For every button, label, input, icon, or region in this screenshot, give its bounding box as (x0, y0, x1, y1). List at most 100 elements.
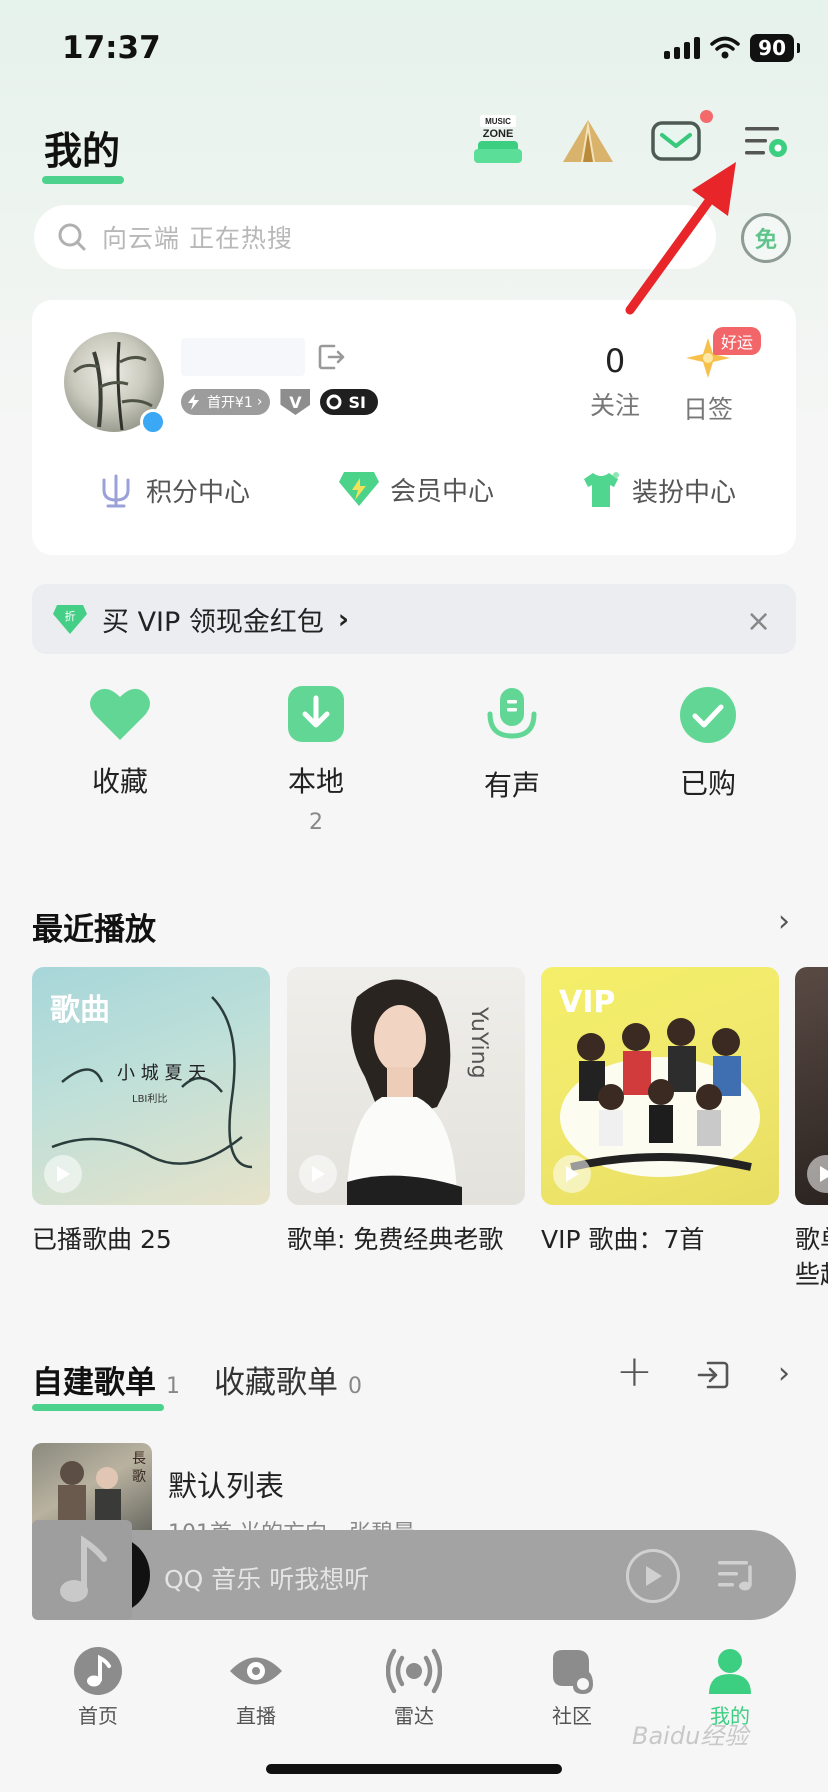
cover-tag: VIP (559, 985, 616, 1020)
recent-more-chevron-icon[interactable]: › (778, 904, 790, 939)
dressup-center-link[interactable]: 装扮中心 (580, 470, 736, 510)
recent-cover-vip-songs[interactable]: VIP (541, 967, 779, 1205)
member-center-link[interactable]: 会员中心 (338, 470, 494, 508)
vip-level-badge[interactable]: V (280, 389, 311, 415)
checkin-label: 日签 (682, 395, 733, 424)
tab-home[interactable]: 首页 (38, 1646, 158, 1729)
status-time: 17:37 (62, 30, 161, 66)
diamond-icon (339, 472, 379, 506)
tab-created-count: 1 (166, 1374, 180, 1399)
close-icon[interactable]: × (746, 604, 771, 639)
recent-caption: VIP 歌曲：7首 (541, 1225, 705, 1254)
svg-text:小 城 夏 天: 小 城 夏 天 (117, 1063, 206, 1084)
search-placeholder: 向云端 正在热搜 (102, 224, 293, 253)
signal-icon (664, 37, 701, 59)
player-song-text: QQ 音乐 听我想听 (164, 1565, 370, 1594)
battery-indicator: 90 (750, 34, 800, 62)
recent-cover-partial[interactable] (795, 967, 828, 1205)
tent-icon[interactable] (560, 112, 616, 170)
title-underline (42, 176, 124, 184)
audio-label: 有声 (483, 769, 540, 802)
play-icon[interactable] (299, 1155, 337, 1193)
tab-created-label: 自建歌单 (32, 1365, 156, 1401)
lightning-icon (188, 394, 199, 410)
tab-community[interactable]: 社区 (512, 1646, 632, 1729)
recent-caption-line2: 些起 (795, 1260, 828, 1289)
music-note-icon (60, 1535, 107, 1602)
discount-gem-icon: 折 (53, 605, 87, 634)
points-center-label: 积分中心 (146, 477, 251, 508)
purchased-label: 已购 (679, 767, 736, 800)
tab-radar[interactable]: 雷达 (354, 1646, 474, 1729)
svg-text:長: 長 (132, 1451, 146, 1467)
home-indicator[interactable] (266, 1764, 562, 1774)
first-open-badge[interactable]: 首开¥1 › (181, 389, 271, 415)
profile-badges: 首开¥1 › V SI (181, 389, 378, 415)
player-cover[interactable] (32, 1520, 132, 1620)
tab-live[interactable]: 直播 (196, 1646, 316, 1729)
message-unread-dot (700, 110, 713, 123)
follow-stat[interactable]: 0 关注 (585, 342, 645, 422)
eye-icon (230, 1657, 282, 1685)
svg-text:YuYing: YuYing (466, 1006, 491, 1079)
recent-cover-classic-playlist[interactable]: YuYing (287, 967, 525, 1205)
purchased-action[interactable]: 已购 (638, 686, 778, 802)
download-icon (288, 686, 344, 742)
watermark-text: Baidu经验 (632, 1722, 749, 1750)
import-playlist-icon[interactable] (696, 1359, 730, 1391)
favorites-label: 收藏 (91, 765, 148, 798)
music-zone-icon[interactable]: MUSIC ZONE (470, 112, 526, 170)
recent-cover-played-songs[interactable]: 小 城 夏 天 LBI利比 歌曲 (32, 967, 270, 1205)
recent-section-title: 最近播放 (32, 912, 156, 948)
play-icon[interactable] (807, 1155, 828, 1193)
local-action[interactable]: 本地 2 (246, 686, 386, 835)
recent-caption: 歌单 (795, 1225, 828, 1254)
tab-underline (32, 1404, 164, 1411)
favorites-action[interactable]: 收藏 (50, 686, 190, 800)
recent-caption: 已播歌曲 25 (32, 1225, 172, 1254)
search-bar[interactable]: 向云端 正在热搜 (34, 205, 716, 269)
si-badge[interactable]: SI (320, 389, 378, 415)
radar-icon (386, 1648, 442, 1694)
microphone-icon (487, 688, 537, 739)
playlists-more-chevron-icon[interactable]: › (778, 1356, 790, 1391)
tab-collected-label: 收藏歌单 (214, 1365, 338, 1401)
person-icon (709, 1649, 751, 1694)
tshirt-icon (584, 472, 619, 507)
tab-live-label: 直播 (236, 1704, 276, 1728)
wifi-icon (710, 36, 740, 59)
points-center-link[interactable]: 积分中心 (96, 470, 250, 510)
play-button[interactable] (626, 1549, 680, 1603)
chevron-right-icon: › (337, 603, 350, 635)
add-playlist-icon[interactable]: + (616, 1346, 653, 1397)
playlist-queue-icon[interactable] (716, 1557, 756, 1593)
points-trident-icon (102, 474, 130, 508)
music-note-icon (74, 1647, 122, 1695)
tab-radar-label: 雷达 (394, 1704, 434, 1728)
local-label: 本地 (287, 765, 344, 798)
tab-collected-count: 0 (348, 1374, 362, 1399)
tab-home-label: 首页 (78, 1704, 118, 1728)
audio-action[interactable]: 有声 (442, 686, 582, 804)
svg-text:MUSIC: MUSIC (485, 117, 511, 126)
tab-community-label: 社区 (552, 1704, 592, 1728)
qq-badge-icon (140, 409, 166, 435)
tab-created-playlists[interactable]: 自建歌单 1 (32, 1357, 180, 1402)
play-icon[interactable] (553, 1155, 591, 1193)
check-icon (680, 687, 736, 743)
local-count: 2 (309, 810, 323, 835)
recent-caption: 歌单: 免费经典老歌 (287, 1225, 504, 1254)
first-open-label: 首开¥1 (207, 395, 253, 411)
chevron-right-icon: › (256, 394, 263, 410)
tab-collected-playlists[interactable]: 收藏歌单 0 (214, 1357, 362, 1402)
search-icon (58, 223, 86, 251)
play-icon[interactable] (44, 1155, 82, 1193)
red-annotation-arrow (625, 162, 736, 315)
play-icon (646, 1566, 662, 1586)
vip-promo-banner[interactable]: 折 买 VIP 领现金红包 › (32, 584, 796, 654)
ring-icon (326, 394, 342, 410)
switch-account-icon[interactable] (316, 342, 346, 372)
svg-text:歌: 歌 (132, 1469, 146, 1485)
member-center-label: 会员中心 (390, 476, 495, 507)
playlist-title[interactable]: 默认列表 (168, 1463, 284, 1505)
